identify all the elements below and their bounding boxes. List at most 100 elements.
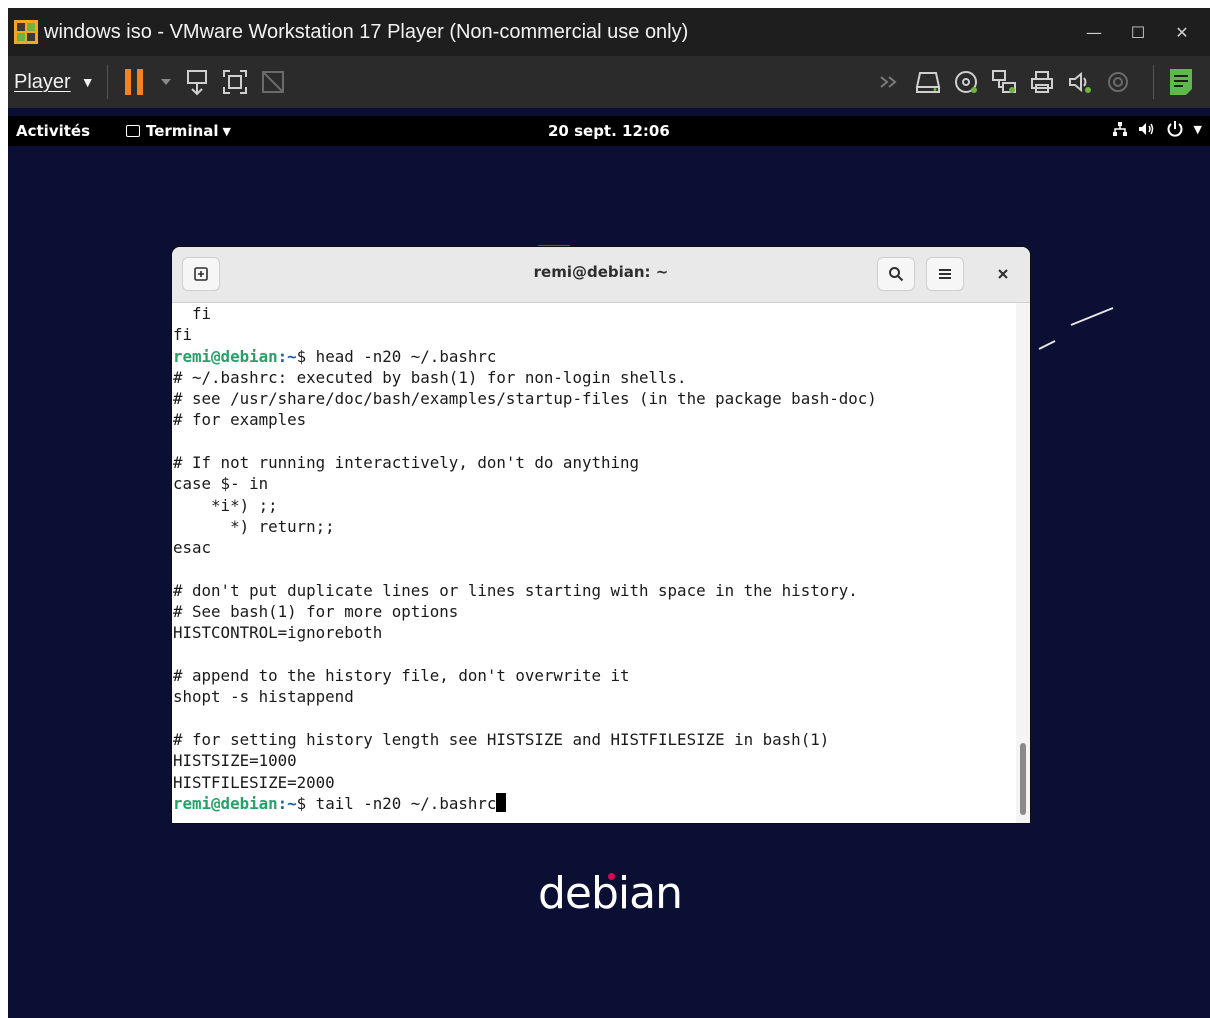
search-button[interactable] — [877, 257, 915, 291]
terminal-line: # don't put duplicate lines or lines sta… — [173, 580, 1016, 601]
terminal-line: HISTFILESIZE=2000 — [173, 772, 1016, 793]
terminal-line-text: # See bash(1) for more options — [173, 602, 459, 622]
terminal-line: *) return;; — [173, 516, 1016, 537]
minimize-button[interactable]: — — [1072, 16, 1116, 48]
window-title: windows iso - VMware Workstation 17 Play… — [44, 20, 689, 43]
close-button[interactable]: ✕ — [1160, 16, 1204, 48]
forward-icon[interactable] — [875, 67, 905, 97]
terminal-line: # for setting history length see HISTSIZ… — [173, 729, 1016, 750]
volume-icon — [1138, 123, 1153, 135]
chevron-down-icon: ▼ — [80, 74, 95, 90]
terminal-window[interactable]: remi@debian: ~ fi fi remi@debian:~$ head -… — [172, 247, 1030, 823]
terminal-close-button[interactable] — [984, 257, 1022, 291]
send-ctrl-alt-del-icon[interactable] — [182, 67, 212, 97]
gnome-top-bar: Activités Terminal ▼ 20 sept. 12:06 ▼ — [8, 116, 1210, 146]
terminal-line-text: *i*) ;; — [173, 495, 278, 515]
network-icon — [1112, 122, 1127, 136]
terminal-line: # see /usr/share/doc/bash/examples/start… — [173, 388, 1016, 409]
device-icons — [875, 56, 1204, 108]
terminal-line-text: *) return;; — [173, 516, 335, 536]
terminal-line: *i*) ;; — [173, 495, 1016, 516]
terminal-line-text: # for examples — [173, 410, 307, 430]
window-controls: — ☐ ✕ — [1072, 8, 1204, 56]
terminal-line-text: HISTSIZE=1000 — [173, 751, 297, 771]
terminal-line-text: esac — [173, 538, 212, 558]
terminal-line-text: # see /usr/share/doc/bash/examples/start… — [173, 389, 877, 409]
terminal-line-text: fi — [173, 325, 193, 345]
app-menu-label: Terminal — [146, 122, 219, 140]
menu-button[interactable] — [926, 257, 964, 291]
prompt-path: :~ — [277, 793, 297, 813]
terminal-line: # append to the history file, don't over… — [173, 665, 1016, 686]
terminal-line-text: # don't put duplicate lines or lines sta… — [173, 580, 858, 600]
cd-drive-icon[interactable] — [951, 67, 981, 97]
terminal-line: remi@debian:~$ head -n20 ~/.bashrc — [173, 346, 1016, 367]
network-adapter-icon[interactable] — [989, 67, 1019, 97]
terminal-line: fi — [173, 303, 1016, 324]
usb-icon[interactable] — [1103, 67, 1133, 97]
terminal-line: # for examples — [173, 409, 1016, 430]
vmware-title-bar: windows iso - VMware Workstation 17 Play… — [8, 8, 1210, 56]
hamburger-menu-icon — [939, 269, 951, 279]
terminal-scrollbar[interactable] — [1016, 303, 1030, 823]
terminal-line: # See bash(1) for more options — [173, 601, 1016, 622]
close-icon — [998, 269, 1008, 279]
terminal-line-text: # If not running interactively, don't do… — [173, 453, 640, 473]
terminal-line: esac — [173, 537, 1016, 558]
printer-icon[interactable] — [1027, 67, 1057, 97]
terminal-header-bar[interactable]: remi@debian: ~ — [172, 247, 1030, 303]
terminal-output[interactable]: fi fi remi@debian:~$ head -n20 ~/.bashrc # … — [172, 303, 1016, 823]
chevron-down-icon: ▼ — [222, 124, 231, 138]
toolbar-divider — [106, 65, 108, 99]
maximize-button[interactable]: ☐ — [1116, 16, 1160, 48]
clock[interactable]: 20 sept. 12:06 — [548, 122, 670, 140]
terminal-icon — [126, 125, 140, 137]
terminal-line-text: # append to the history file, don't over… — [173, 666, 630, 686]
terminal-line: remi@debian:~$ tail -n20 ~/.bashrc — [173, 792, 1016, 814]
text-cursor — [496, 792, 507, 812]
pause-icon[interactable] — [120, 67, 150, 97]
prompt-user: remi@debian — [173, 346, 278, 366]
terminal-line: HISTCONTROL=ignoreboth — [173, 622, 1016, 643]
terminal-line-text: fi — [173, 304, 212, 323]
terminal-line: fi — [173, 324, 1016, 345]
terminal-line-text: HISTFILESIZE=2000 — [173, 772, 335, 792]
search-icon — [889, 267, 904, 282]
hard-disk-icon[interactable] — [913, 67, 943, 97]
vmware-player-window: windows iso - VMware Workstation 17 Play… — [8, 8, 1210, 1018]
wallpaper-decoration — [1038, 307, 1114, 350]
terminal-line: shopt -s histappend — [173, 686, 1016, 707]
terminal-line-text: # for setting history length see HISTSIZ… — [173, 729, 830, 749]
player-menu-label: Player — [14, 70, 71, 93]
toolbar-divider — [1153, 65, 1154, 99]
system-tray[interactable]: ▼ — [1112, 120, 1202, 138]
fullscreen-icon[interactable] — [220, 67, 250, 97]
guest-screen[interactable]: Activités Terminal ▼ 20 sept. 12:06 ▼ re… — [8, 108, 1210, 1018]
terminal-line-text: case $- in — [173, 474, 269, 494]
debian-logo-dot — [608, 873, 615, 880]
terminal-line: # If not running interactively, don't do… — [173, 452, 1016, 473]
terminal-line-text: # ~/.bashrc: executed by bash(1) for non… — [173, 367, 687, 387]
unity-icon[interactable] — [258, 67, 288, 97]
terminal-line: HISTSIZE=1000 — [173, 750, 1016, 771]
terminal-line: case $- in — [173, 473, 1016, 494]
terminal-line-text: shopt -s histappend — [173, 687, 354, 707]
terminal-line: # ~/.bashrc: executed by bash(1) for non… — [173, 367, 1016, 388]
vmware-logo-icon — [14, 20, 38, 44]
sound-card-icon[interactable] — [1065, 67, 1095, 97]
scrollbar-thumb[interactable] — [1020, 743, 1026, 815]
notes-icon[interactable] — [1166, 67, 1196, 97]
prompt-command: $ tail -n20 ~/.bashrc — [296, 793, 497, 813]
chevron-down-icon: ▼ — [1193, 122, 1202, 136]
terminal-line-text: HISTCONTROL=ignoreboth — [173, 623, 383, 643]
prompt-user: remi@debian — [173, 793, 278, 813]
prompt-command: $ head -n20 ~/.bashrc — [296, 346, 497, 366]
dropdown-arrow-icon[interactable] — [158, 67, 174, 97]
player-menu-button[interactable]: Player ▼ — [14, 71, 95, 94]
activities-button[interactable]: Activités — [16, 122, 90, 140]
app-menu-button[interactable]: Terminal ▼ — [126, 122, 231, 140]
